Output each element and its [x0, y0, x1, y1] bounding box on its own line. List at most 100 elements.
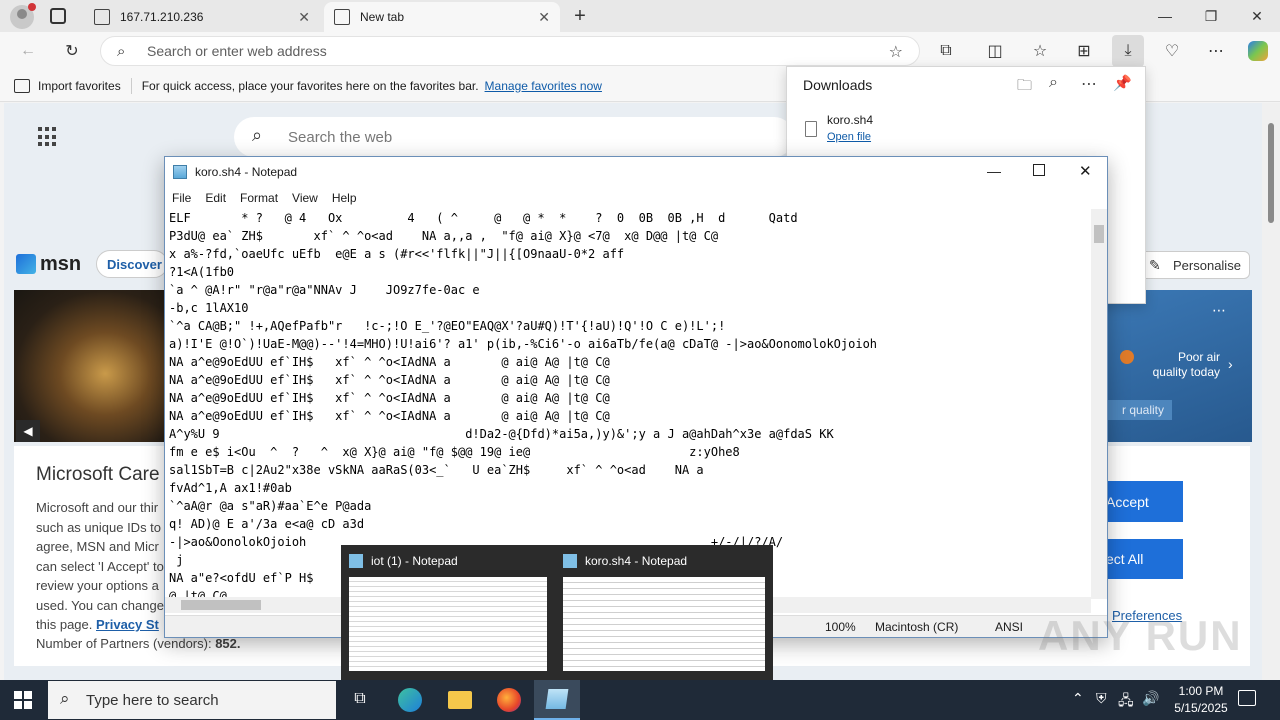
- clock-date[interactable]: 5/15/2025: [1164, 701, 1238, 715]
- air-quality-icon: [1120, 350, 1134, 364]
- personalise-button[interactable]: ✎ Personalise: [1138, 251, 1250, 279]
- close-tab-icon[interactable]: ✕: [538, 9, 550, 26]
- menu-view[interactable]: View: [292, 191, 318, 205]
- text-line: -b,c 1lAX10: [169, 301, 249, 315]
- discover-button[interactable]: Discover: [96, 250, 168, 278]
- downloads-title: Downloads: [803, 77, 873, 93]
- menu-help[interactable]: Help: [332, 191, 357, 205]
- thumb-preview-koro[interactable]: [563, 577, 765, 671]
- open-file-link[interactable]: Open file: [827, 131, 871, 143]
- minimize-icon[interactable]: —: [1142, 0, 1188, 32]
- close-window-icon[interactable]: ✕: [1079, 162, 1092, 180]
- volume-icon[interactable]: 🔊: [1142, 690, 1159, 707]
- newtab-icon: [334, 9, 350, 25]
- favorite-star-icon[interactable]: ☆: [889, 42, 903, 62]
- text-line: x a%-?fd,`oaeUfc uEfb e@E a s (#r<<'flfk…: [169, 247, 625, 261]
- show-hidden-icons[interactable]: ⌃: [1072, 690, 1084, 707]
- performance-icon[interactable]: ♡: [1156, 35, 1188, 67]
- import-favorites-button[interactable]: Import favorites: [38, 79, 121, 93]
- menu-edit[interactable]: Edit: [205, 191, 226, 205]
- text-line: `^a CA@B;" !+,AQefPafb"r !c-;!O E_'?@EO"…: [169, 319, 726, 333]
- chevron-right-icon[interactable]: ›: [1228, 356, 1233, 372]
- tab-actions-icon[interactable]: [50, 8, 66, 24]
- status-encoding: ANSI: [995, 620, 1024, 634]
- favorites-icon[interactable]: ☆: [1024, 35, 1056, 67]
- accept-button[interactable]: Accept: [1104, 481, 1183, 522]
- page-scrollbar[interactable]: [1262, 103, 1280, 680]
- text-line: ?1<A(1fb0: [169, 265, 235, 279]
- new-tab-button[interactable]: +: [568, 4, 592, 28]
- security-icon[interactable]: ⛨: [1096, 690, 1107, 707]
- back-icon[interactable]: ←: [12, 35, 44, 67]
- partners-label: Number of Partners (vendors):: [36, 636, 212, 651]
- notepad-text-area[interactable]: ELF * ? @ 4 Ox 4 ( ^ @ @ * * ? 0 0B 0B ,…: [169, 209, 1091, 597]
- downloads-icon[interactable]: ⤓: [1112, 35, 1144, 67]
- pin-icon[interactable]: 📌: [1113, 74, 1132, 92]
- maximize-icon[interactable]: [1033, 164, 1045, 176]
- restore-icon[interactable]: ❐: [1188, 0, 1234, 32]
- air-quality-chip[interactable]: r quality: [1108, 400, 1172, 420]
- privacy-link[interactable]: Privacy St: [96, 617, 159, 632]
- profile-avatar[interactable]: [10, 3, 36, 29]
- copilot-icon[interactable]: [1242, 35, 1274, 67]
- cookie-line: Microsoft and our thir: [36, 500, 159, 515]
- notepad-taskbar-icon[interactable]: [534, 680, 580, 720]
- notifications-icon[interactable]: [1238, 690, 1256, 706]
- status-zoom: 100%: [825, 620, 856, 634]
- msn-logo[interactable]: msn: [16, 250, 82, 278]
- refresh-icon[interactable]: ↻: [56, 35, 88, 67]
- weather-card[interactable]: ⋯ Poor air quality today › r quality: [1100, 290, 1252, 442]
- taskbar-search[interactable]: ⌕ Type here to search: [48, 681, 336, 719]
- weather-text: Poor air quality today: [1152, 350, 1220, 379]
- carousel-prev-icon[interactable]: ◀: [16, 420, 40, 442]
- thumb-preview-iot[interactable]: [349, 577, 547, 671]
- reject-label: ect All: [1106, 551, 1144, 567]
- thumb-iot[interactable]: iot (1) - Notepad: [349, 553, 549, 569]
- clock-time[interactable]: 1:00 PM: [1172, 684, 1230, 698]
- minimize-icon[interactable]: —: [987, 163, 1001, 179]
- cookie-body: Microsoft and our thir such as unique ID…: [36, 498, 166, 635]
- text-line: `a ^ @A!r" "r@a"r@a"NNAv J JO9z7fe-0ac e: [169, 283, 480, 297]
- more-menu-icon[interactable]: ⋯: [1200, 35, 1232, 67]
- collections-icon[interactable]: ⊞: [1068, 35, 1100, 67]
- file-explorer-icon[interactable]: [448, 691, 472, 709]
- notepad-titlebar[interactable]: koro.sh4 - Notepad — ✕: [165, 157, 1107, 187]
- text-line: P3dU@ ea` ZH$ xf` ^ ^o<ad NA a,,a , "f@ …: [169, 229, 719, 243]
- split-screen-icon[interactable]: ◫: [979, 35, 1011, 67]
- task-view-icon[interactable]: ⧉: [350, 690, 370, 710]
- open-folder-icon[interactable]: 🗀: [1017, 75, 1032, 100]
- text-line: ELF * ? @ 4 Ox 4 ( ^ @ @ * * ? 0 0B 0B ,…: [169, 211, 798, 225]
- web-search-box[interactable]: ⌕ Search the web: [234, 117, 794, 157]
- text-line: NA a^e@9oEdUU ef`IH$ xf` ^ ^o<IAdNA a @ …: [169, 391, 610, 405]
- menu-format[interactable]: Format: [240, 191, 278, 205]
- menu-file[interactable]: File: [172, 191, 191, 205]
- firefox-icon[interactable]: [497, 688, 521, 712]
- apps-grid-icon[interactable]: [38, 127, 58, 147]
- cookie-line: such as unique IDs to: [36, 519, 162, 535]
- network-icon[interactable]: 🖧: [1118, 690, 1134, 714]
- address-bar[interactable]: ⌕ Search or enter web address ☆: [100, 36, 920, 66]
- close-tab-icon[interactable]: ✕: [298, 9, 310, 26]
- msn-label: msn: [40, 252, 82, 275]
- edge-icon[interactable]: [398, 688, 422, 712]
- taskbar-thumbnail-popup: iot (1) - Notepad koro.sh4 - Notepad: [341, 545, 773, 680]
- start-button[interactable]: [14, 691, 32, 709]
- reject-all-button[interactable]: ect All: [1104, 539, 1183, 579]
- cookie-line: agree, MSN and Micr: [36, 539, 159, 554]
- manage-favorites-link[interactable]: Manage favorites now: [485, 79, 602, 93]
- address-placeholder: Search or enter web address: [147, 43, 327, 59]
- more-options-icon[interactable]: ⋯: [1212, 302, 1226, 319]
- extensions-icon[interactable]: ⧉: [930, 35, 962, 67]
- tab-ip[interactable]: 167.71.210.236 ✕: [84, 2, 320, 32]
- text-line: NA a^e@9oEdUU ef`IH$ xf` ^ ^o<IAdNA a @ …: [169, 355, 610, 369]
- file-icon: [805, 121, 817, 137]
- more-options-icon[interactable]: ⋯: [1081, 74, 1097, 94]
- search-icon: ⌕: [117, 43, 126, 60]
- vertical-scrollbar[interactable]: [1091, 209, 1107, 599]
- thumb-koro[interactable]: koro.sh4 - Notepad: [563, 553, 769, 569]
- tab-new-tab[interactable]: New tab ✕: [324, 2, 560, 32]
- close-window-icon[interactable]: ✕: [1234, 0, 1280, 32]
- taskbar-search-placeholder: Type here to search: [86, 691, 219, 709]
- search-downloads-icon[interactable]: ⌕: [1049, 74, 1058, 92]
- notepad-icon: [173, 165, 187, 179]
